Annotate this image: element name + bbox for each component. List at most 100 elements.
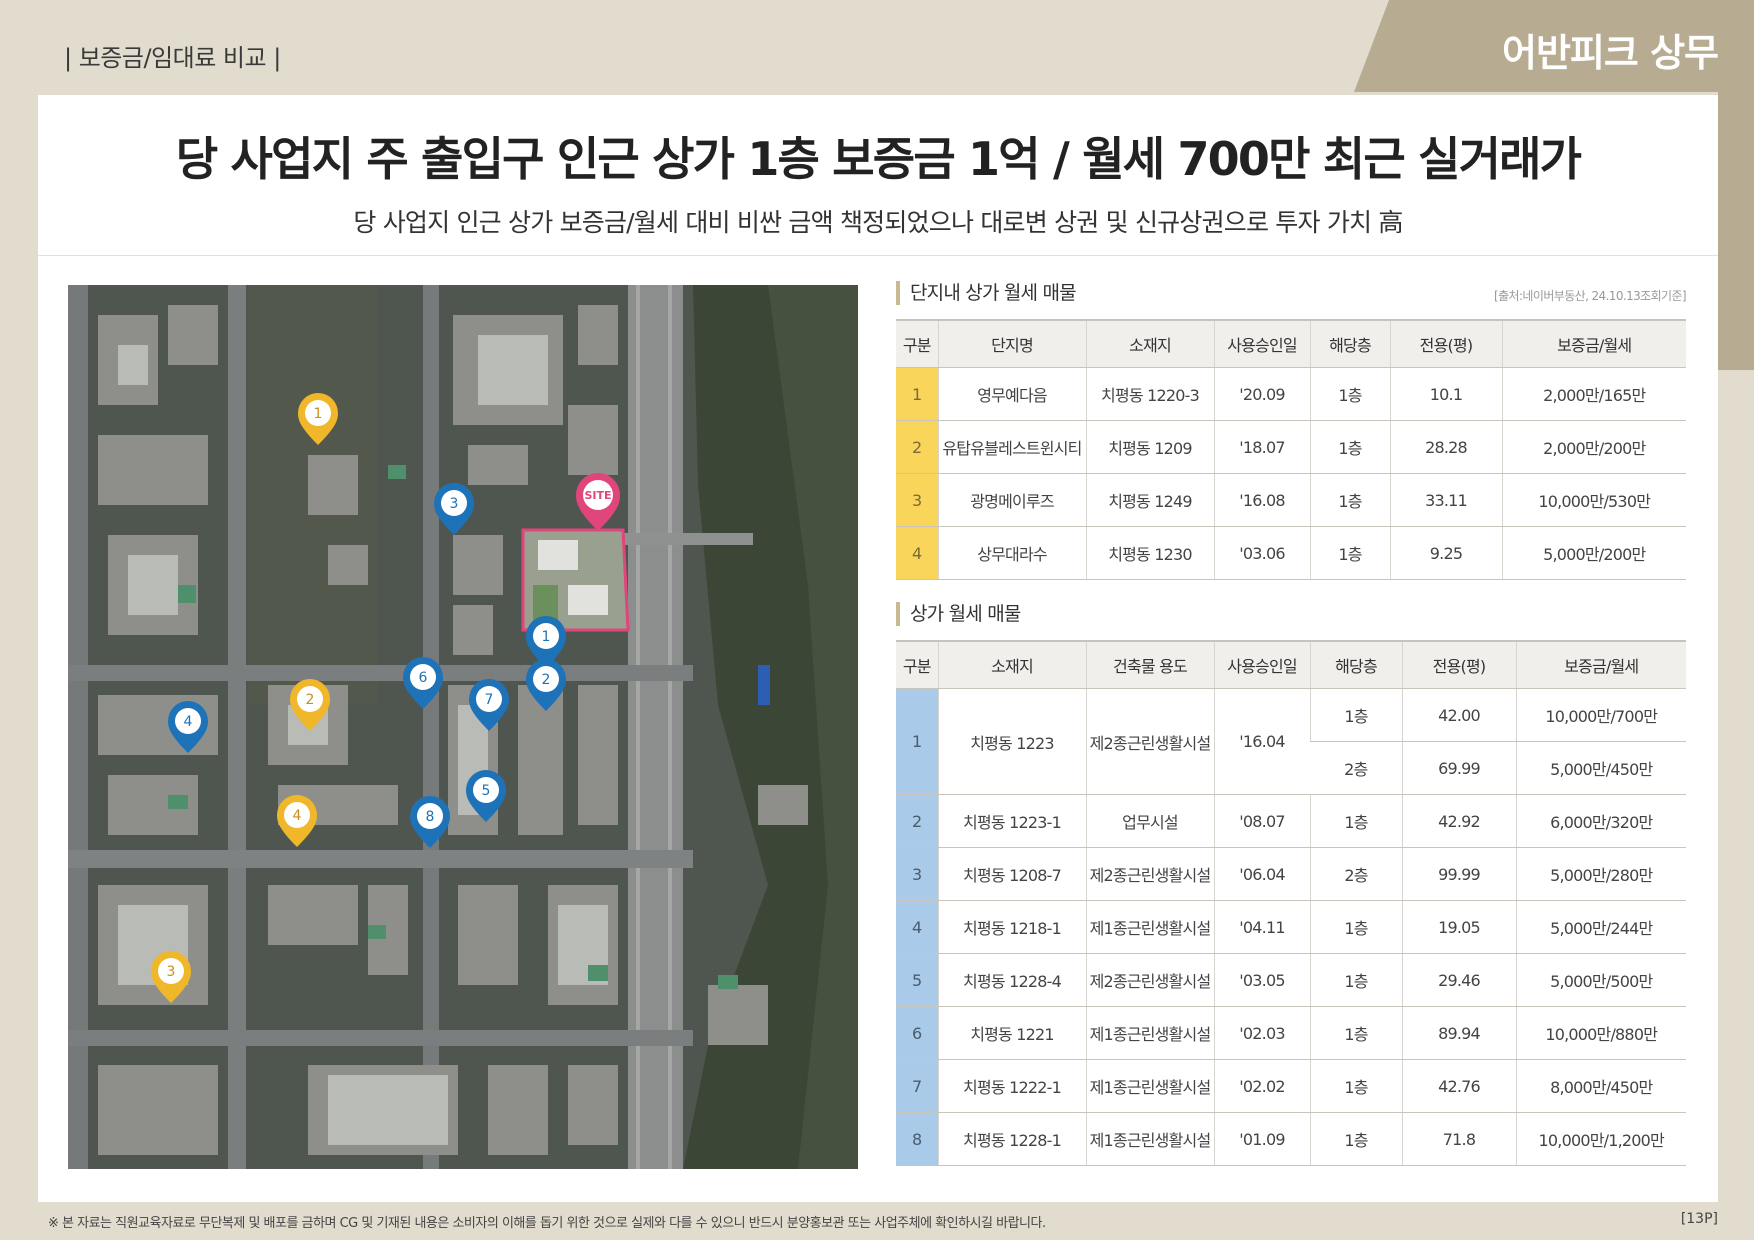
building-use: 업무시설 [1085,794,1214,848]
svg-text:1: 1 [542,629,551,645]
floor: 1층 [1309,473,1390,527]
col-header: 단지명 [937,320,1086,368]
section-tag: | 보증금/임대료 비교 | [64,44,281,72]
col-header: 구분 [896,320,938,368]
col-header: 사용승인일 [1213,320,1310,368]
headline-area: 당 사업지 주 출입구 인근 상가 1층 보증금 1억 / 월세 700만 최근… [38,95,1718,256]
site-marker-label: SITE [584,489,611,502]
area: 89.94 [1401,1006,1516,1060]
row-number: 3 [896,847,938,901]
address: 치평동 1208-7 [937,847,1086,901]
table-row: 2 유탑유블레스트윈시티 치평동 1209 '18.07 1층 28.28 2,… [896,420,1686,474]
page-subtitle: 당 사업지 인근 상가 보증금/월세 대비 비싼 금액 책정되었으나 대로변 상… [353,208,1403,237]
floor: 1층 [1309,1059,1402,1113]
complex-name: 상무대라수 [937,526,1086,580]
building-use: 제2종근린생활시설 [1085,847,1214,901]
address: 치평동 1223-1 [937,794,1086,848]
row-number: 3 [896,473,938,527]
svg-text:1: 1 [314,406,323,422]
deposit-rent: 10,000만/530만 [1501,473,1686,527]
area: 33.11 [1389,473,1502,527]
approval-date: '08.07 [1213,794,1310,848]
floor: 1층 [1309,953,1402,1007]
svg-text:3: 3 [167,964,176,980]
area: 9.25 [1389,526,1502,580]
area: 42.76 [1401,1059,1516,1113]
address: 치평동 1221 [937,1006,1086,1060]
table1-title: 단지내 상가 월세 매물 [896,281,1077,305]
col-header: 전용(평) [1401,641,1516,689]
deposit-rent: 10,000만/880만 [1515,1006,1686,1060]
area: 28.28 [1389,420,1502,474]
col-header: 건축물 용도 [1085,641,1214,689]
content-panel: 당 사업지 주 출입구 인근 상가 1층 보증금 1억 / 월세 700만 최근… [38,95,1718,1202]
area: 71.8 [1401,1112,1516,1166]
table2-header: 상가 월세 매물 [896,602,1686,630]
col-header: 전용(평) [1389,320,1502,368]
floor: 2층 [1310,741,1402,795]
approval-date: '02.03 [1213,1006,1310,1060]
table-row: 1 치평동 1223 제2종근린생활시설 '16.04 1층 42.00 10,… [896,688,1686,795]
deposit-rent: 5,000만/244만 [1515,900,1686,954]
table-row: 2 치평동 1223-1 업무시설 '08.07 1층 42.92 6,000만… [896,794,1686,848]
deposit-rent: 5,000만/450만 [1515,741,1686,795]
row-number: 4 [896,900,938,954]
row-number: 2 [896,420,938,474]
deposit-rent: 6,000만/320만 [1515,794,1686,848]
complex-name: 영무예다음 [937,367,1086,421]
table-header-row: 구분 소재지 건축물 용도 사용승인일 해당층 전용(평) 보증금/월세 [896,641,1686,689]
complex-name: 유탑유블레스트윈시티 [937,420,1086,474]
floor: 1층 [1309,420,1390,474]
col-header: 사용승인일 [1213,641,1310,689]
area: 10.1 [1389,367,1502,421]
svg-text:4: 4 [184,714,193,730]
road-east-west-1 [68,665,693,681]
table1-header: 단지내 상가 월세 매물 [출처:네이버부동산, 24.10.13조회기준] [896,281,1687,309]
approval-date: '04.11 [1213,900,1310,954]
svg-text:3: 3 [450,496,459,512]
floor: 1층 [1309,900,1402,954]
table-row: 4 치평동 1218-1 제1종근린생활시설 '04.11 1층 19.05 5… [896,900,1686,954]
deposit-rent: 10,000만/700만 [1515,688,1686,742]
approval-date: '02.02 [1213,1059,1310,1113]
side-decor-band [1718,92,1754,370]
svg-text:8: 8 [426,809,435,825]
svg-text:5: 5 [482,783,491,799]
address: 치평동 1228-4 [937,953,1086,1007]
row-number: 8 [896,1112,938,1166]
svg-text:6: 6 [419,670,428,686]
building-use: 제1종근린생활시설 [1085,1006,1214,1060]
road-east-west-3 [68,1030,693,1046]
floor: 1층 [1309,794,1402,848]
table-row: 7 치평동 1222-1 제1종근린생활시설 '02.02 1층 42.76 8… [896,1059,1686,1113]
svg-text:4: 4 [293,808,302,824]
tables-column: 단지내 상가 월세 매물 [출처:네이버부동산, 24.10.13조회기준] 구… [896,281,1687,1166]
complex-name: 광명메이루즈 [937,473,1086,527]
row-number: 6 [896,1006,938,1060]
building-use: 제1종근린생활시설 [1085,1059,1214,1113]
brand-name: 어반피크 상무 [1502,31,1719,75]
road-east-west-2 [68,850,693,868]
approval-date: '16.04 [1213,688,1310,795]
table-row: 8 치평동 1228-1 제1종근린생활시설 '01.09 1층 71.8 10… [896,1112,1686,1166]
complex-rent-table: 구분 단지명 소재지 사용승인일 해당층 전용(평) 보증금/월세 1 영무예다… [896,319,1686,580]
footnote: ※ 본 자료는 직원교육자료로 무단복제 및 배포를 금하며 CG 및 기재된 … [48,1216,1046,1231]
shop-rent-table: 구분 소재지 건축물 용도 사용승인일 해당층 전용(평) 보증금/월세 1 치… [896,640,1686,1166]
approval-date: '06.04 [1213,847,1310,901]
deposit-rent: 5,000만/200만 [1501,526,1686,580]
row-number: 1 [896,688,938,795]
area: 69.99 [1401,741,1516,795]
address: 치평동 1218-1 [937,900,1086,954]
col-header: 해당층 [1309,320,1390,368]
address: 치평동 1209 [1085,420,1214,474]
deposit-rent: 5,000만/280만 [1515,847,1686,901]
table-row: 3 치평동 1208-7 제2종근린생활시설 '06.04 2층 99.99 5… [896,847,1686,901]
address: 치평동 1230 [1085,526,1214,580]
deposit-rent: 5,000만/500만 [1515,953,1686,1007]
area: 42.00 [1401,688,1516,742]
aerial-map: SITE 1 2 3 4 1 2 3 4 5 6 7 8 [68,285,858,1169]
svg-text:7: 7 [485,692,494,708]
building-use: 제1종근린생활시설 [1085,900,1214,954]
col-header: 소재지 [1085,320,1214,368]
area: 42.92 [1401,794,1516,848]
